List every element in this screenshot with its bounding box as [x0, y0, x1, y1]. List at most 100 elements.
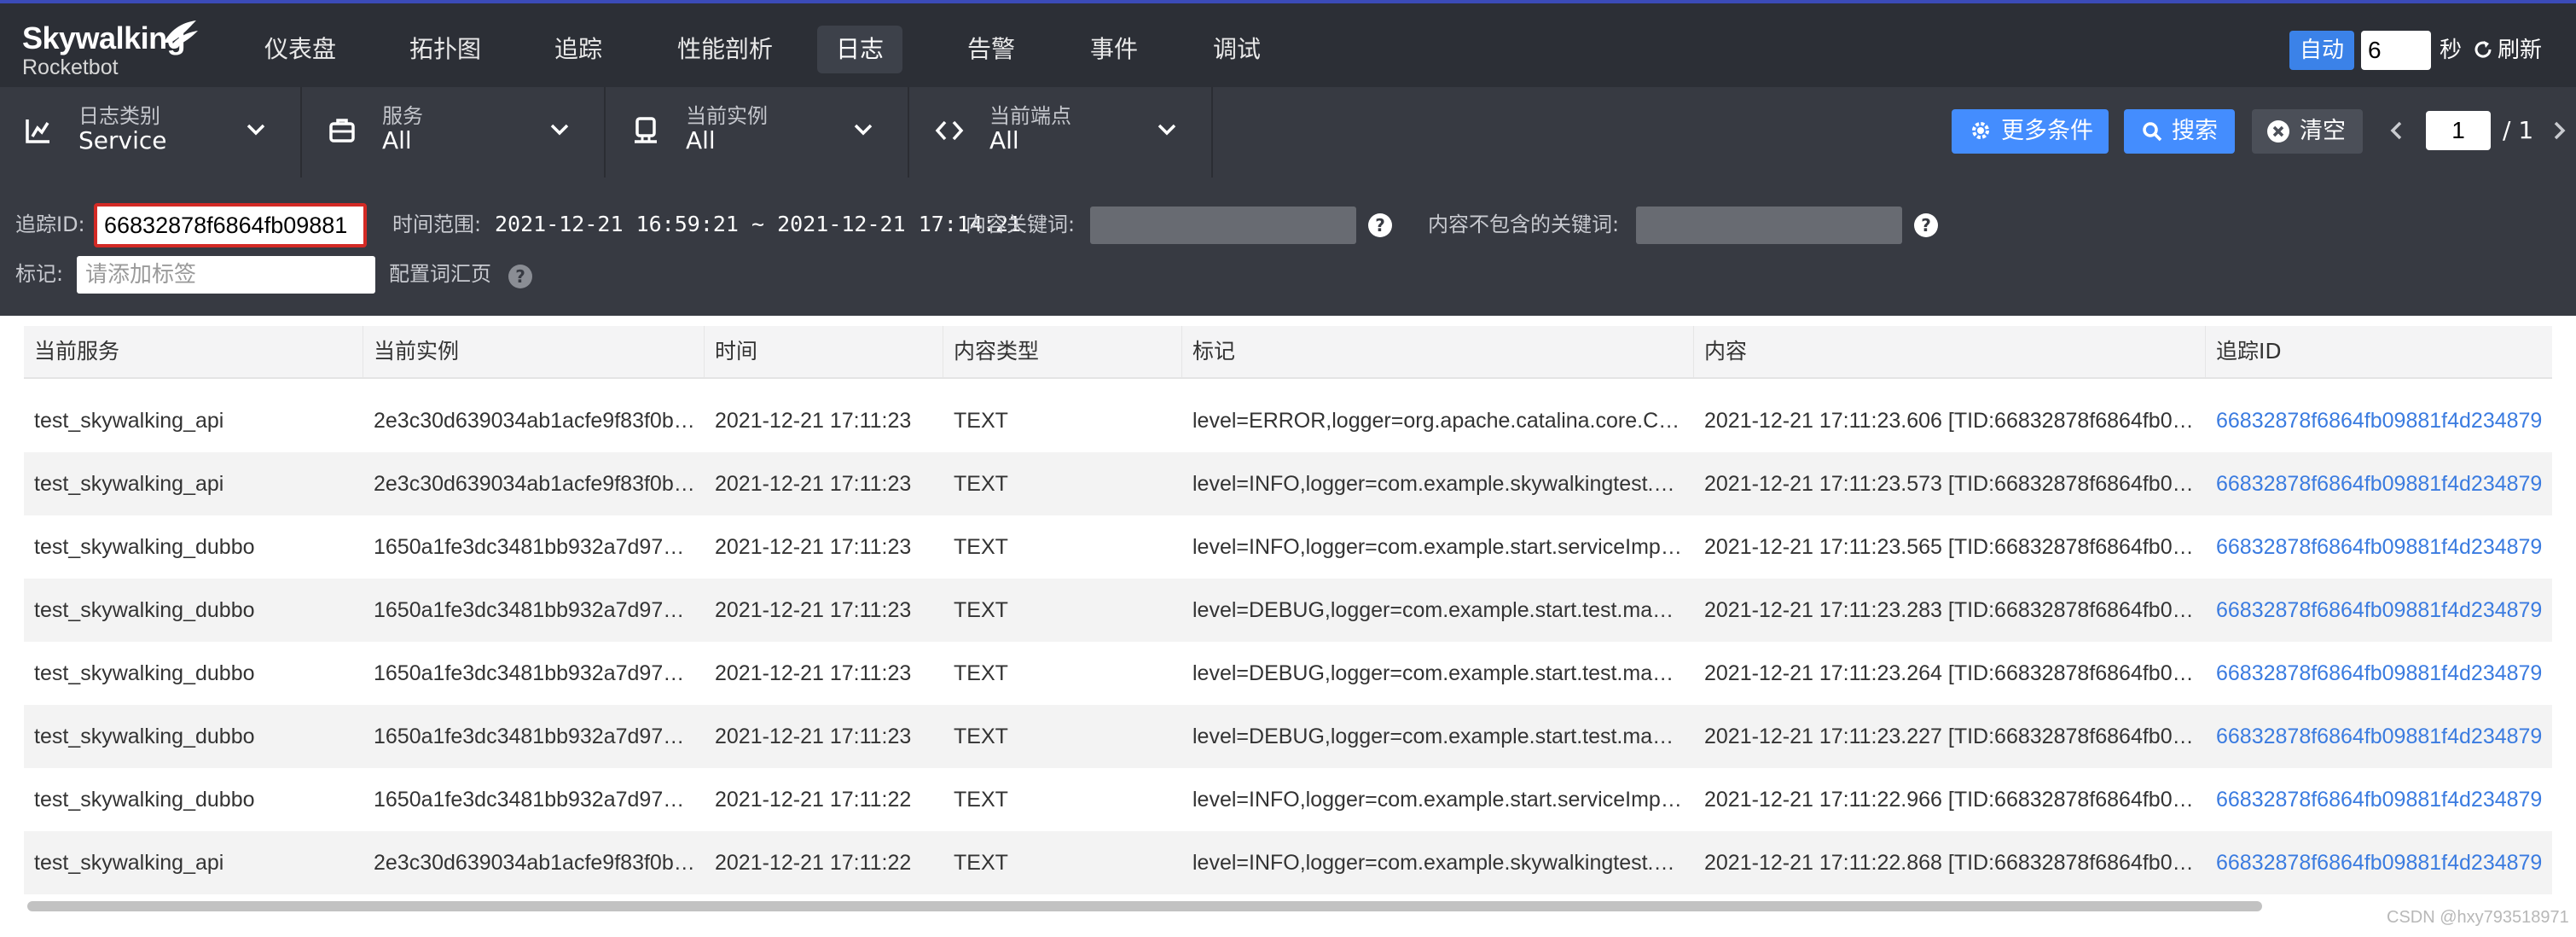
trace-id-link[interactable]: 66832878f6864fb09881f4d234879 [2206, 389, 2544, 452]
refresh-button[interactable]: 刷新 [2472, 34, 2542, 67]
trace-id-link[interactable]: 66832878f6864fb09881f4d234879 [2206, 579, 2544, 642]
table-cell: test_skywalking_dubbo [34, 661, 255, 685]
nav-item-topology[interactable]: 拓扑图 [391, 26, 500, 73]
table-row[interactable]: test_skywalking_api 2e3c30d639034ab1acfe9… [24, 452, 2552, 515]
nav-item-alarm[interactable]: 告警 [949, 26, 1034, 73]
nav-item-profile[interactable]: 性能剖析 [659, 26, 792, 73]
time-range-label: 时间范围: [392, 212, 482, 236]
table-cell: level=DEBUG,logger=com.example.start.tes… [1192, 725, 1685, 748]
table-cell: test_skywalking_dubbo [34, 535, 255, 559]
keywords-input[interactable] [1090, 207, 1356, 244]
table-cell: 2e3c30d639034ab1acfe9f83f0b7eab4 [374, 851, 696, 875]
table-cell: 2021-12-21 17:11:23 [715, 725, 912, 748]
column-header: 追踪ID [2216, 339, 2282, 364]
interval-unit: 秒 [2440, 38, 2463, 63]
table-cell: 1650a1fe3dc3481bb932a7d975e2c8d1 [374, 788, 696, 812]
table-cell: 1650a1fe3dc3481bb932a7d975e2c8d1 [374, 661, 696, 685]
table-cell: 2021-12-21 17:11:23.227 [TID:66832878f68… [1704, 725, 2197, 748]
nav-item-trace[interactable]: 追踪 [536, 26, 621, 73]
table-cell: test_skywalking_api [34, 409, 224, 433]
trace-id-link[interactable]: 66832878f6864fb09881f4d234879 [2206, 831, 2544, 894]
trace-id-label: 追踪ID: [15, 212, 85, 236]
help-icon[interactable]: ? [1914, 213, 1938, 237]
table-row[interactable]: test_skywalking_api 2e3c30d639034ab1acfe9… [24, 389, 2552, 452]
clear-button[interactable]: 清空 [2252, 109, 2363, 154]
trace-id-link[interactable]: 66832878f6864fb09881f4d234879 [2206, 452, 2544, 515]
search-button[interactable]: 搜索 [2124, 109, 2235, 154]
table-cell: TEXT [954, 851, 1008, 875]
table-cell: TEXT [954, 661, 1008, 685]
selector-label: 日志类别 [78, 104, 160, 128]
table-cell: level=DEBUG,logger=com.example.start.tes… [1192, 598, 1685, 622]
table-cell: TEXT [954, 472, 1008, 496]
scrollbar-thumb[interactable] [27, 901, 2262, 911]
table-cell: 1650a1fe3dc3481bb932a7d975e2c8d1 [374, 535, 696, 559]
table-row[interactable]: test_skywalking_dubbo 1650a1fe3dc3481bb93… [24, 579, 2552, 642]
trace-id-link[interactable]: 66832878f6864fb09881f4d234879 [2206, 768, 2544, 831]
horizontal-scrollbar[interactable] [24, 898, 2552, 913]
table-cell: level=INFO,logger=com.example.start.serv… [1192, 535, 1685, 559]
nav-item-dashboard[interactable]: 仪表盘 [246, 26, 355, 73]
table-row[interactable]: test_skywalking_dubbo 1650a1fe3dc3481bb93… [24, 768, 2552, 831]
table-cell: 2021-12-21 17:11:22 [715, 788, 912, 812]
server-icon [635, 117, 657, 143]
column-header: 标记 [1182, 326, 1694, 377]
selector-instance[interactable]: 当前实例 All [607, 87, 909, 178]
table-cell: 2021-12-21 17:11:23 [715, 472, 912, 496]
table-cell: TEXT [954, 788, 1008, 812]
table-cell: test_skywalking_api [34, 851, 224, 875]
clear-label: 清空 [2300, 118, 2346, 144]
table-cell: TEXT [954, 535, 1008, 559]
clear-icon [2267, 120, 2289, 143]
selector-label: 服务 [382, 104, 423, 128]
auto-refresh-toggle[interactable]: 自动 [2289, 31, 2354, 70]
logo[interactable]: Skywalking Rocketbot [22, 20, 198, 80]
config-vocab-link[interactable]: 配置词汇页 [389, 259, 491, 288]
wing-icon [164, 20, 198, 46]
chevron-down-icon [247, 124, 265, 136]
table-cell: 2021-12-21 17:11:23.565 [TID:66832878f68… [1704, 535, 2197, 559]
selector-value: Service [78, 126, 167, 154]
selector-label: 当前实例 [686, 104, 768, 128]
selector-value: All [686, 126, 716, 154]
table-cell: level=ERROR,logger=org.apache.catalina.c… [1192, 409, 1685, 433]
trace-id-link[interactable]: 66832878f6864fb09881f4d234879 [2206, 642, 2544, 705]
chevron-right-icon[interactable] [2550, 119, 2567, 142]
selector-value: All [989, 126, 1019, 154]
table-cell: 2e3c30d639034ab1acfe9f83f0b7eab4 [374, 472, 696, 496]
table-cell: TEXT [954, 725, 1008, 748]
nav-item-event[interactable]: 事件 [1071, 26, 1157, 73]
trace-id-link[interactable]: 66832878f6864fb09881f4d234879 [2206, 705, 2544, 768]
table-cell: 2021-12-21 17:11:23 [715, 661, 912, 685]
table-row[interactable]: test_skywalking_dubbo 1650a1fe3dc3481bb93… [24, 705, 2552, 768]
selector-endpoint[interactable]: 当前端点 All [911, 87, 1213, 178]
table-cell: TEXT [954, 598, 1008, 622]
time-range-value[interactable]: 2021-12-21 16:59:21 ~ 2021-12-21 17:14:2… [495, 210, 1021, 239]
page-total: / 1 [2503, 116, 2534, 144]
nav-item-log[interactable]: 日志 [817, 26, 903, 73]
tag-input[interactable] [77, 256, 375, 294]
chevron-down-icon [1157, 124, 1176, 136]
selector-service[interactable]: 服务 All [304, 87, 606, 178]
table-row[interactable]: test_skywalking_api 2e3c30d639034ab1acfe9… [24, 831, 2552, 894]
filter-panel: 追踪ID: 66832878f6864fb09881 时间范围: 2021-12… [0, 178, 2576, 316]
refresh-label: 刷新 [2498, 38, 2543, 63]
selector-bar: 日志类别 Service 服务 All 当前实例 All 当前端点 All 更多… [0, 87, 2576, 178]
table-cell: level=INFO,logger=com.example.skywalking… [1192, 472, 1685, 496]
exclude-keywords-input[interactable] [1636, 207, 1902, 244]
chevron-left-icon[interactable] [2388, 119, 2405, 142]
selector-log-category[interactable]: 日志类别 Service [0, 87, 302, 178]
more-conditions-button[interactable]: 更多条件 [1952, 109, 2109, 154]
selector-value: All [382, 126, 412, 154]
nav-item-debug[interactable]: 调试 [1194, 26, 1279, 73]
table-row[interactable]: test_skywalking_dubbo 1650a1fe3dc3481bb93… [24, 515, 2552, 579]
refresh-interval-input[interactable] [2361, 31, 2431, 70]
table-cell: 2021-12-21 17:11:23 [715, 598, 912, 622]
column-header: 当前服务 [24, 326, 363, 377]
trace-id-input[interactable]: 66832878f6864fb09881 [94, 203, 367, 247]
page-number-input[interactable] [2426, 111, 2491, 150]
trace-id-link[interactable]: 66832878f6864fb09881f4d234879 [2206, 515, 2544, 579]
table-row[interactable]: test_skywalking_dubbo 1650a1fe3dc3481bb93… [24, 642, 2552, 705]
help-icon[interactable]: ? [1368, 213, 1392, 237]
help-icon[interactable]: ? [508, 265, 532, 288]
